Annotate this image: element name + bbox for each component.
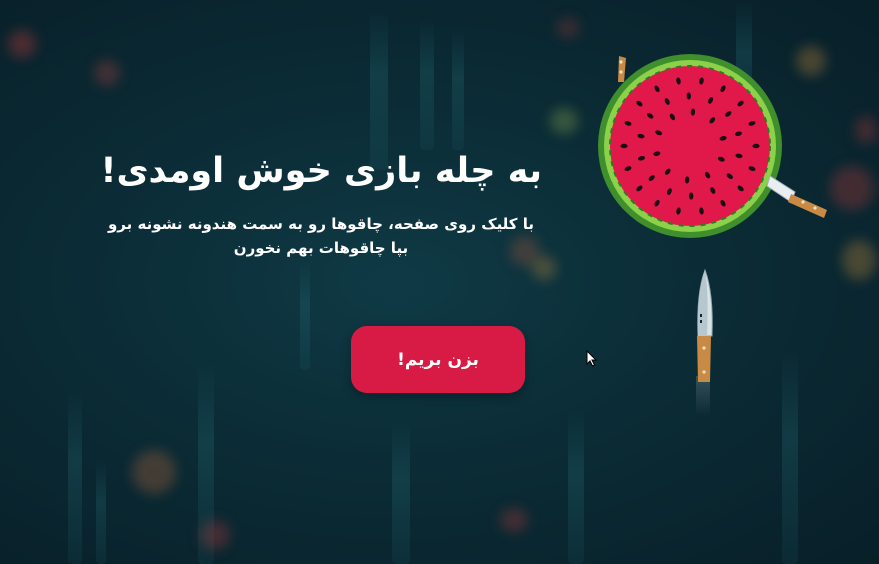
- watermelon-target: [595, 52, 835, 252]
- background-streak: [452, 30, 464, 150]
- welcome-title: به چله بازی خوش اومدی!: [100, 151, 543, 191]
- background-streak: [782, 350, 798, 564]
- background-streak: [300, 260, 310, 370]
- background-fruit: [556, 18, 580, 38]
- background-fruit: [200, 520, 230, 550]
- background-streak: [420, 20, 434, 150]
- start-game-button[interactable]: بزن بریم!: [351, 326, 525, 393]
- background-streak: [96, 460, 106, 564]
- background-streak: [392, 420, 410, 564]
- background-fruit: [94, 60, 120, 86]
- background-fruit: [500, 508, 528, 532]
- melon-seed: [620, 143, 628, 149]
- player-knife: [686, 266, 720, 416]
- background-fruit: [830, 166, 874, 210]
- background-fruit: [8, 30, 36, 58]
- background-streak: [68, 390, 82, 564]
- welcome-instructions: با کلیک روی صفحه، چاقوها رو به سمت هندون…: [107, 215, 535, 257]
- melon-seed: [752, 143, 760, 149]
- mouse-cursor-icon: [586, 349, 598, 368]
- background-streak: [370, 10, 388, 170]
- background-fruit: [550, 108, 578, 134]
- background-streak: [568, 410, 584, 564]
- stuck-knife-right: [766, 175, 827, 218]
- background-fruit: [842, 240, 876, 280]
- background-fruit: [855, 116, 877, 144]
- stuck-knife-top: [618, 56, 626, 82]
- background-fruit: [132, 450, 176, 494]
